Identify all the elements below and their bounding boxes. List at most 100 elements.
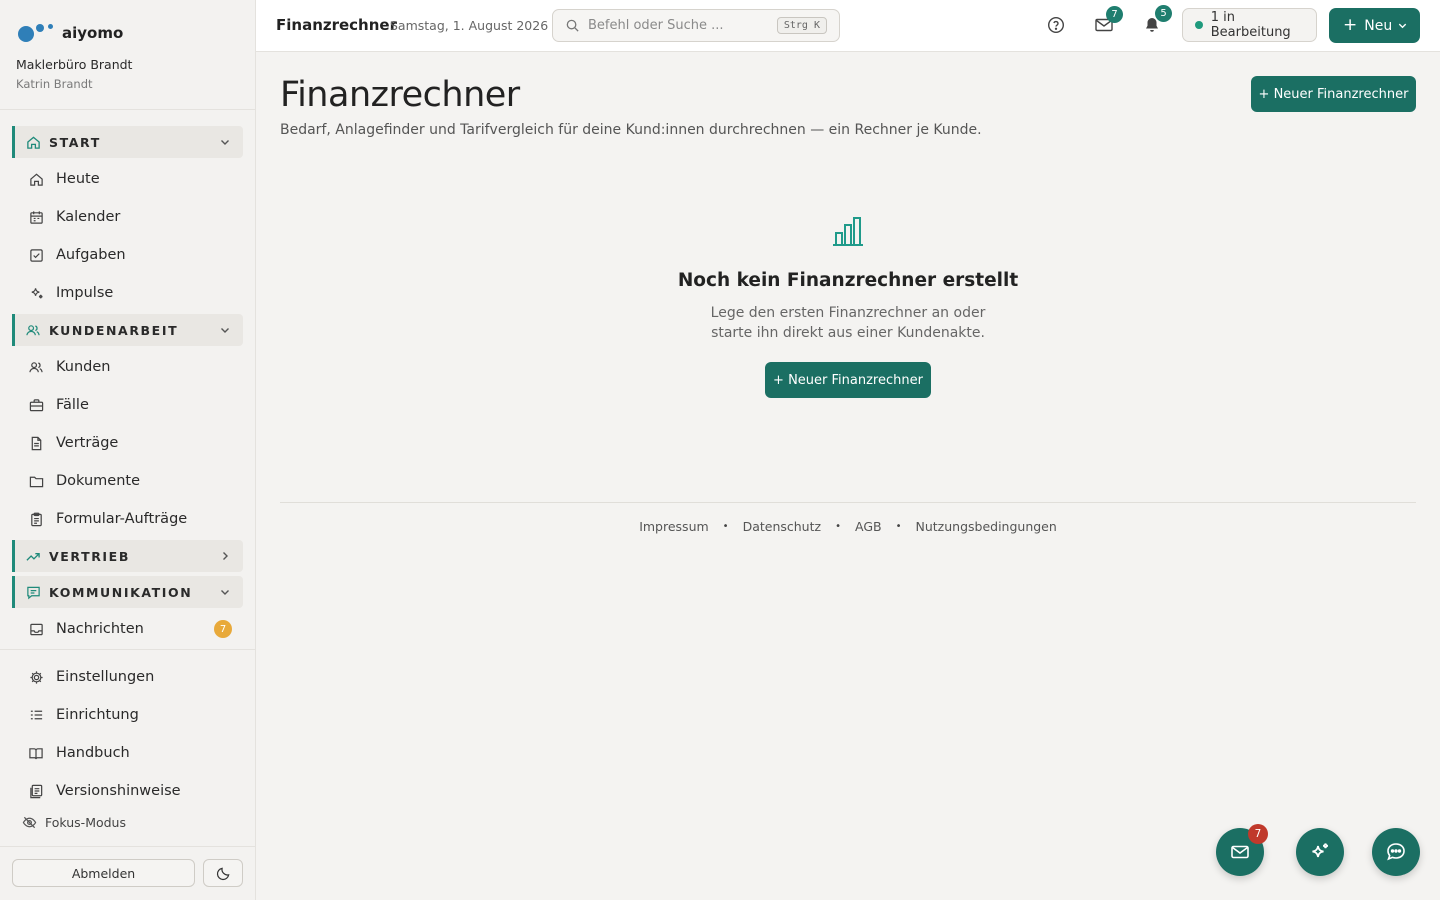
sparkle-icon xyxy=(28,285,44,301)
clipboard-icon xyxy=(28,511,44,527)
gear-icon xyxy=(28,669,44,685)
book-icon xyxy=(28,745,44,761)
focus-mode-toggle[interactable]: Fokus-Modus xyxy=(22,814,126,830)
footer-link-agb[interactable]: AGB xyxy=(855,519,882,534)
eye-off-icon xyxy=(22,814,38,830)
top-bar: Finanzrechner Samstag, 1. August 2026 Be… xyxy=(256,0,1440,52)
sidebar-item-faelle[interactable]: Fälle xyxy=(28,390,238,420)
brand-name: aiyomo xyxy=(62,24,124,42)
sidebar: aiyomo Maklerbüro Brandt Katrin Brandt S… xyxy=(0,0,256,900)
sidebar-item-label: Einstellungen xyxy=(56,669,155,685)
sidebar-item-label: Verträge xyxy=(56,435,119,451)
users-icon xyxy=(28,359,44,375)
sidebar-item-formular-auftraege[interactable]: Formular-Aufträge xyxy=(28,504,238,534)
sidebar-section-vertrieb[interactable]: VERTRIEB xyxy=(12,540,243,572)
footer-link-nutzungsbedingungen[interactable]: Nutzungsbedingungen xyxy=(915,519,1056,534)
message-icon xyxy=(25,584,41,600)
sidebar-item-impulse[interactable]: Impulse xyxy=(28,278,238,308)
sidebar-item-nachrichten[interactable]: Nachrichten 7 xyxy=(28,614,238,644)
mail-icon xyxy=(1230,843,1250,861)
empty-state-new-button[interactable]: + Neuer Finanzrechner xyxy=(765,362,931,398)
sidebar-item-label: Aufgaben xyxy=(56,247,126,263)
sidebar-item-dokumente[interactable]: Dokumente xyxy=(28,466,238,496)
empty-state-text: Lege den ersten Finanzrechner an oder st… xyxy=(648,303,1048,343)
sidebar-item-vertraege[interactable]: Verträge xyxy=(28,428,238,458)
footer-link-impressum[interactable]: Impressum xyxy=(639,519,708,534)
brand-logo[interactable]: aiyomo xyxy=(18,22,123,44)
sidebar-item-einrichtung[interactable]: Einrichtung xyxy=(28,700,238,730)
sidebar-item-label: Kunden xyxy=(56,359,111,375)
sidebar-section-kommunikation[interactable]: KOMMUNIKATION xyxy=(12,576,243,608)
inbox-icon xyxy=(28,621,44,637)
sidebar-item-label: Fälle xyxy=(56,397,89,413)
unread-badge: 7 xyxy=(214,620,232,638)
sidebar-item-label: Formular-Aufträge xyxy=(56,511,188,527)
sidebar-item-heute[interactable]: Heute xyxy=(28,164,238,194)
sidebar-item-einstellungen[interactable]: Einstellungen xyxy=(28,662,238,692)
briefcase-icon xyxy=(28,397,44,413)
moon-icon xyxy=(216,866,231,881)
search-input[interactable]: Befehl oder Suche ... Strg K xyxy=(552,9,840,42)
footer-separator: • xyxy=(895,521,902,532)
folder-icon xyxy=(28,473,44,489)
chat-icon xyxy=(1385,841,1407,863)
search-icon xyxy=(565,18,580,33)
sidebar-item-versionshinweise[interactable]: Versionshinweise xyxy=(28,776,238,806)
mail-fab-badge: 7 xyxy=(1248,824,1268,844)
trending-up-icon xyxy=(25,548,41,564)
sidebar-item-kunden[interactable]: Kunden xyxy=(28,352,238,382)
help-icon[interactable] xyxy=(1045,14,1067,36)
logout-button[interactable]: Abmelden xyxy=(12,859,195,887)
status-dot xyxy=(1195,21,1203,29)
notes-icon xyxy=(28,783,44,799)
footer-separator: • xyxy=(722,521,729,532)
sidebar-item-label: Dokumente xyxy=(56,473,141,489)
chevron-down-icon xyxy=(217,584,233,600)
sidebar-section-kundenarbeit[interactable]: KUNDENARBEIT xyxy=(12,314,243,346)
chevron-down-icon xyxy=(217,134,233,150)
footer-link-datenschutz[interactable]: Datenschutz xyxy=(743,519,822,534)
sparkle-icon xyxy=(1309,841,1331,863)
status-label: 1 in Bearbeitung xyxy=(1210,10,1291,40)
chevron-down-icon xyxy=(217,322,233,338)
document-icon xyxy=(28,435,44,451)
sidebar-divider xyxy=(0,846,256,847)
bar-chart-icon xyxy=(831,214,865,248)
ai-assistant-button[interactable] xyxy=(1296,828,1344,876)
header-date: Samstag, 1. August 2026 xyxy=(390,18,549,33)
sidebar-item-kalender[interactable]: Kalender xyxy=(28,202,238,232)
home-icon xyxy=(28,171,44,187)
focus-mode-label: Fokus-Modus xyxy=(45,814,126,830)
plus-icon: + xyxy=(1343,15,1358,35)
footer-links: Impressum • Datenschutz • AGB • Nutzungs… xyxy=(280,519,1416,534)
sidebar-item-label: Handbuch xyxy=(56,745,130,761)
users-icon xyxy=(25,322,41,338)
sidebar-item-label: Kalender xyxy=(56,209,121,225)
sidebar-section-start[interactable]: START xyxy=(12,126,243,158)
checkbox-icon xyxy=(28,247,44,263)
page-subtitle: Bedarf, Anlagefinder und Tarifvergleich … xyxy=(280,122,982,138)
sidebar-item-label: Impulse xyxy=(56,285,114,301)
sidebar-item-label: Nachrichten xyxy=(56,621,144,637)
section-label: VERTRIEB xyxy=(49,548,130,564)
sidebar-item-handbuch[interactable]: Handbuch xyxy=(28,738,238,768)
calendar-icon xyxy=(28,209,44,225)
sidebar-item-label: Versionshinweise xyxy=(56,783,181,799)
chat-button[interactable] xyxy=(1372,828,1420,876)
new-calculator-button[interactable]: + Neuer Finanzrechner xyxy=(1251,76,1416,112)
search-shortcut: Strg K xyxy=(776,17,827,34)
section-label: KOMMUNIKATION xyxy=(49,584,193,600)
chevron-right-icon xyxy=(217,548,233,564)
status-indicator[interactable]: 1 in Bearbeitung xyxy=(1182,8,1317,42)
notification-badge: 5 xyxy=(1155,5,1172,22)
sidebar-item-aufgaben[interactable]: Aufgaben xyxy=(28,240,238,270)
home-icon xyxy=(25,134,41,150)
empty-state-title: Noch kein Finanzrechner erstellt xyxy=(677,270,1019,291)
footer-separator: • xyxy=(835,521,841,532)
empty-state-text-line: Lege den ersten Finanzrechner an oder xyxy=(710,305,986,321)
theme-toggle-button[interactable] xyxy=(203,859,243,887)
logo-icon xyxy=(18,22,56,44)
new-button[interactable]: + Neu xyxy=(1329,8,1420,43)
sidebar-item-label: Einrichtung xyxy=(56,707,139,723)
mail-badge: 7 xyxy=(1106,6,1123,23)
